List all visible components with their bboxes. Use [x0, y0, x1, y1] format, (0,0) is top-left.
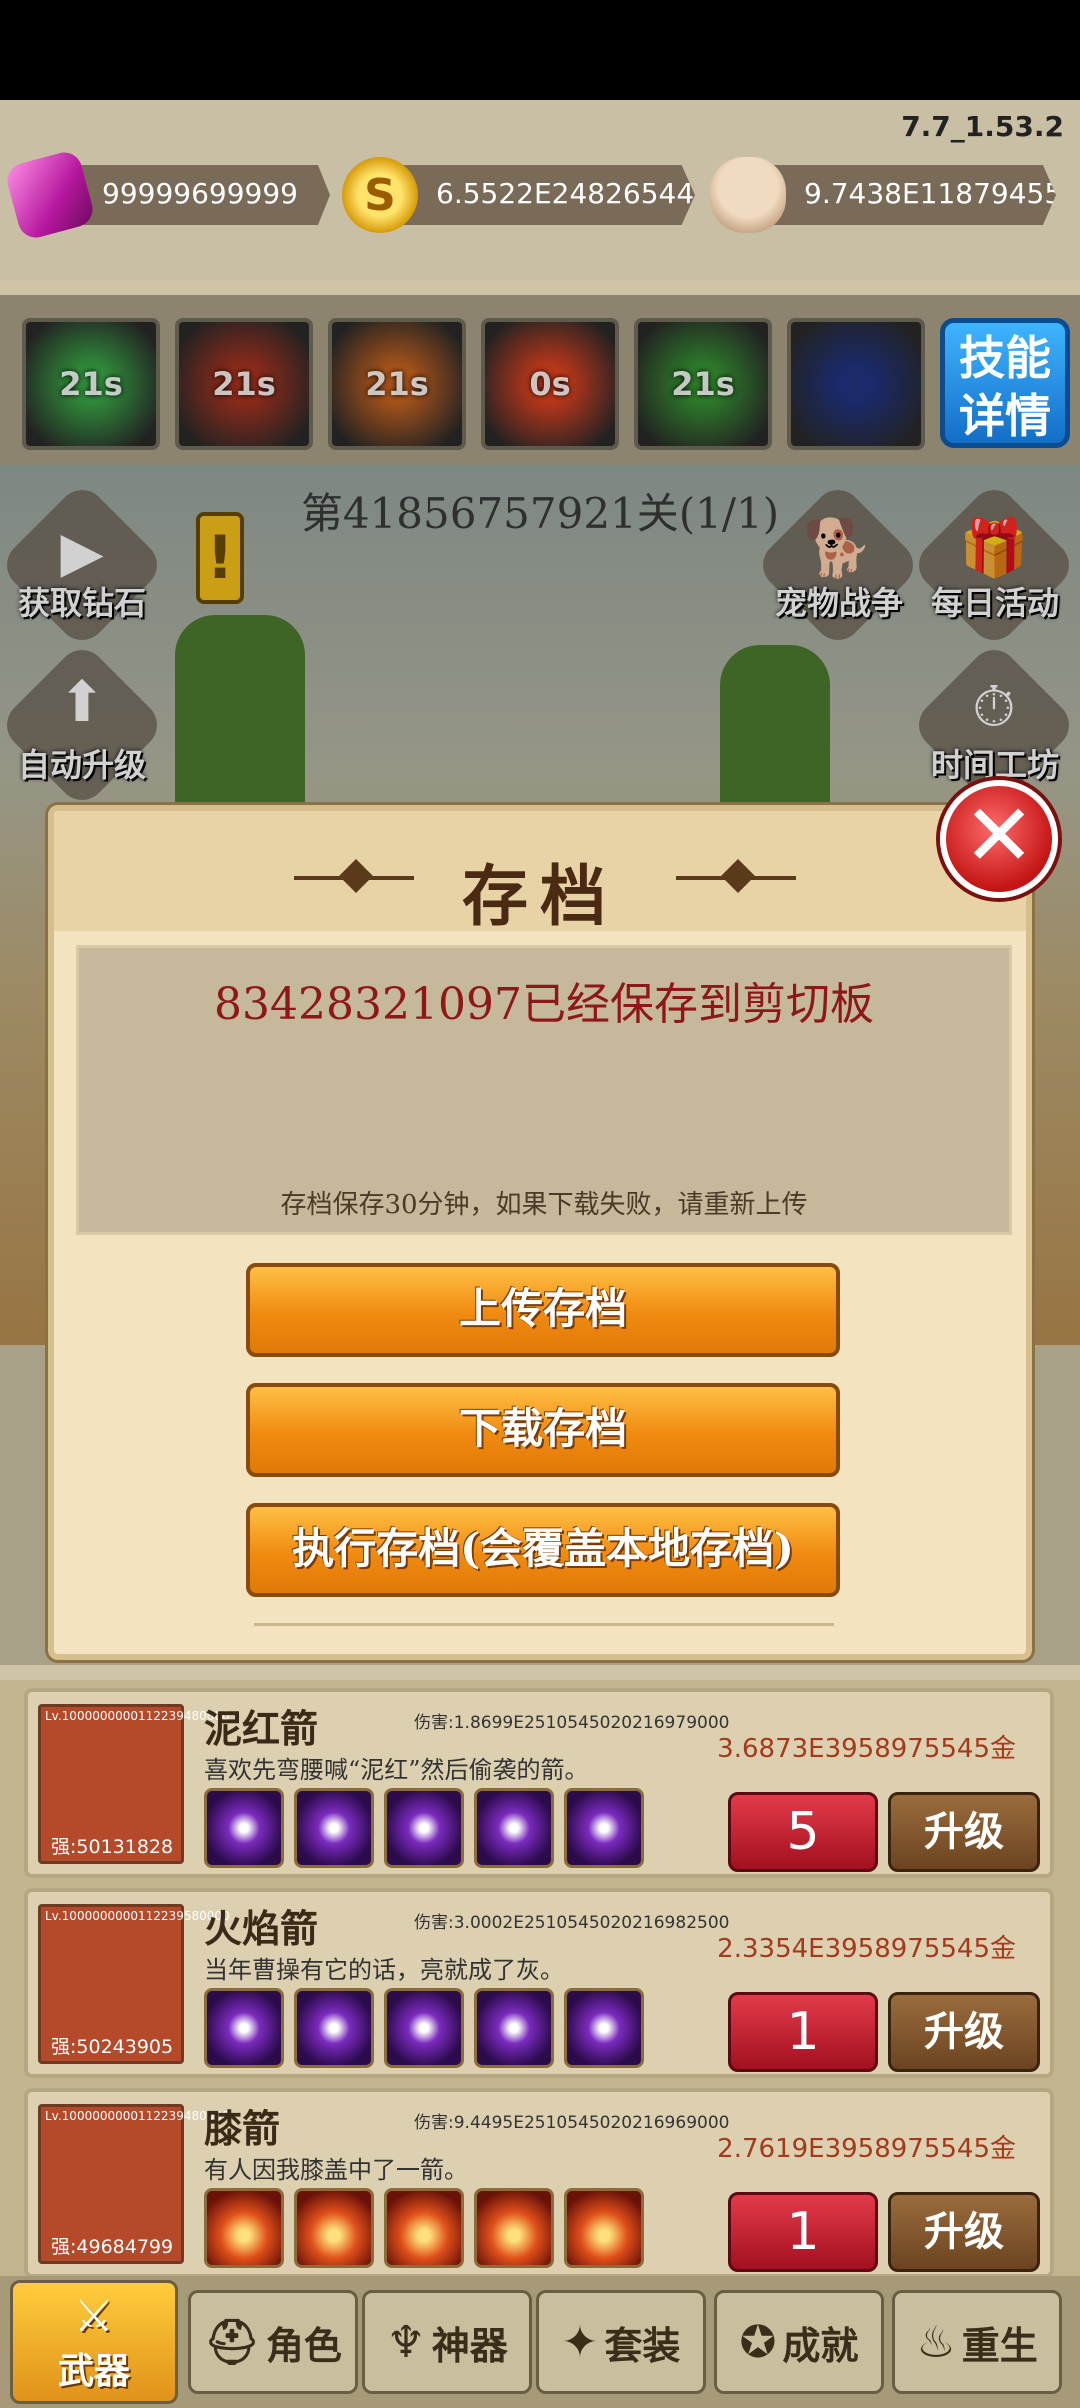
armor-set-icon: ✦ [561, 2316, 599, 2368]
weapon-damage: 伤害:1.8699E2510545020216979000 [414, 1713, 730, 1733]
close-icon[interactable]: ✕ [940, 780, 1058, 898]
gem-slots [204, 2188, 644, 2268]
skill-detail-label: 技能 详情 [959, 331, 1051, 443]
weapon-level: Lv.1000000000112239480000 [45, 1709, 230, 1723]
gem-slot-icon[interactable] [474, 1788, 554, 1868]
weapon-thumbnail[interactable]: Lv.1000000000112239480000 强:49684799 [38, 2104, 230, 2264]
gem-slots [204, 1988, 644, 2068]
artifact-icon: ♆ [386, 2316, 426, 2368]
weapon-damage: 伤害:3.0002E2510545020216982500 [414, 1913, 730, 1933]
weapon-strength: 强:50243905 [51, 2036, 174, 2058]
skill-slot-4[interactable]: 0s [481, 318, 619, 450]
weapon-description: 当年曹操有它的话，亮就成了灰。 [204, 1956, 564, 1984]
gem-slot-icon[interactable] [474, 1988, 554, 2068]
nav-tab-4[interactable]: ✦ 套装 [536, 2290, 706, 2394]
nav-tab-label: 武器 [57, 2350, 130, 2392]
nav-tab-3[interactable]: ♆ 神器 [362, 2290, 532, 2394]
nav-tab-6[interactable]: ♨ 重生 [892, 2290, 1062, 2394]
skill-slot-6[interactable] [787, 318, 925, 450]
upgrade-price: 2.3354E3958975545金 [717, 1934, 1016, 1964]
weapon-thumbnail[interactable]: Lv.1000000000112239580000 强:50243905 [38, 1904, 230, 2064]
download-save-button[interactable]: 下载存档 [246, 1383, 840, 1477]
gem-slot-icon[interactable] [384, 2188, 464, 2268]
gem-slot-icon[interactable] [294, 1788, 374, 1868]
nav-tab-5[interactable]: ✪ 成就 [714, 2290, 884, 2394]
footer-ornament-icon [254, 1623, 834, 1626]
upload-save-button[interactable]: 上传存档 [246, 1263, 840, 1357]
weapon-name: 膝箭 [204, 2106, 281, 2151]
weapon-name: 火焰箭 [204, 1906, 319, 1951]
gem-slot-icon[interactable] [564, 1788, 644, 1868]
gem-slot-icon[interactable] [474, 2188, 554, 2268]
weapon-card: Lv.1000000000112239580000 强:50243905 火焰箭 伤害… [24, 1888, 1054, 2078]
upgrade-button[interactable]: 升级 [888, 1992, 1040, 2072]
upgrade-count-button[interactable]: 1 [728, 2192, 878, 2272]
nav-tab-label: 神器 [431, 2323, 508, 2368]
upgrade-count-button[interactable]: 5 [728, 1792, 878, 1872]
gem-slot-icon[interactable] [384, 1988, 464, 2068]
gem-slot-icon[interactable] [294, 2188, 374, 2268]
achievement-icon: ✪ [739, 2316, 777, 2368]
coin-icon: S [342, 157, 418, 233]
game-screen: 7.7_1.53.2 99999699999 6.5522E2482654405… [0, 0, 1080, 2408]
weapon-card: Lv.1000000000112239480000 强:49684799 膝箭 伤害:… [24, 2088, 1054, 2278]
gem-slots [204, 1788, 644, 1868]
weapon-description: 有人因我膝盖中了一箭。 [204, 2156, 468, 2184]
nav-tab-label: 成就 [782, 2323, 859, 2368]
knight-helmet-icon: ⛑ [204, 2317, 260, 2368]
weapon-level: Lv.1000000000112239480000 [45, 2109, 230, 2123]
upgrade-price: 2.7619E3958975545金 [717, 2134, 1016, 2164]
gem-slot-icon[interactable] [204, 1788, 284, 1868]
upgrade-button[interactable]: 升级 [888, 1792, 1040, 1872]
weapon-name: 泥红箭 [204, 1706, 319, 1751]
skill-slot-1[interactable]: 21s [22, 318, 160, 450]
skill-timer: 21s [59, 365, 123, 403]
nav-tab-label: 角色 [265, 2323, 342, 2368]
modal-title: 存档 [462, 857, 618, 935]
skull-icon [710, 157, 786, 233]
weapon-damage: 伤害:9.4495E2510545020216969000 [414, 2113, 730, 2133]
weapon-card: Lv.1000000000112239480000 强:50131828 泥红箭 伤害… [24, 1688, 1054, 1878]
upgrade-button[interactable]: 升级 [888, 2192, 1040, 2272]
skill-timer: 0s [529, 365, 571, 403]
status-bar [0, 0, 1080, 100]
weapon-description: 喜欢先弯腰喊“泥红”然后偷袭的箭。 [204, 1756, 589, 1784]
weapon-level: Lv.1000000000112239580000 [45, 1909, 230, 1923]
version-label: 7.7_1.53.2 [901, 110, 1064, 143]
skill-slot-2[interactable]: 21s [175, 318, 313, 450]
gold-count: 6.5522E2482654405 [436, 177, 730, 210]
gem-slot-icon[interactable] [384, 1788, 464, 1868]
gem-slot-icon[interactable] [204, 1988, 284, 2068]
skull-count: 9.7438E1187945540 [804, 177, 1080, 210]
skill-slot-3[interactable]: 21s [328, 318, 466, 450]
gem-slot-icon[interactable] [564, 2188, 644, 2268]
gem-slot-icon[interactable] [294, 1988, 374, 2068]
weapon-strength: 强:50131828 [51, 1836, 174, 1858]
gem-slot-icon[interactable] [204, 2188, 284, 2268]
skill-timer: 21s [671, 365, 735, 403]
crossed-swords-icon: ⚔ [74, 2290, 114, 2342]
info-box: 83428321097已经保存到剪切板 存档保存30分钟，如果下载失败，请重新上… [76, 945, 1012, 1235]
upgrade-count-button[interactable]: 1 [728, 1992, 878, 2072]
save-note: 存档保存30分钟，如果下载失败，请重新上传 [280, 1190, 808, 1220]
execute-save-button[interactable]: 执行存档(会覆盖本地存档) [246, 1503, 840, 1597]
skill-detail-button[interactable]: 技能 详情 [940, 318, 1070, 448]
skill-slot-5[interactable]: 21s [634, 318, 772, 450]
gem-count: 99999699999 [102, 177, 298, 210]
weapon-thumbnail[interactable]: Lv.1000000000112239480000 强:50131828 [38, 1704, 230, 1864]
nav-tab-1[interactable]: ⚔ 武器 [10, 2280, 178, 2404]
nav-tab-2[interactable]: ⛑ 角色 [188, 2290, 358, 2394]
skill-timer: 21s [212, 365, 276, 403]
rebirth-flame-icon: ♨ [916, 2316, 956, 2368]
nav-tab-label: 重生 [961, 2323, 1038, 2368]
clipboard-message: 83428321097已经保存到剪切板 [214, 979, 874, 1030]
save-modal: 存档 83428321097已经保存到剪切板 存档保存30分钟，如果下载失败，请… [48, 805, 1032, 1660]
gem-slot-icon[interactable] [564, 1988, 644, 2068]
weapon-strength: 强:49684799 [51, 2236, 174, 2258]
skill-timer: 21s [365, 365, 429, 403]
upgrade-price: 3.6873E3958975545金 [717, 1734, 1016, 1764]
nav-tab-label: 套装 [604, 2323, 681, 2368]
